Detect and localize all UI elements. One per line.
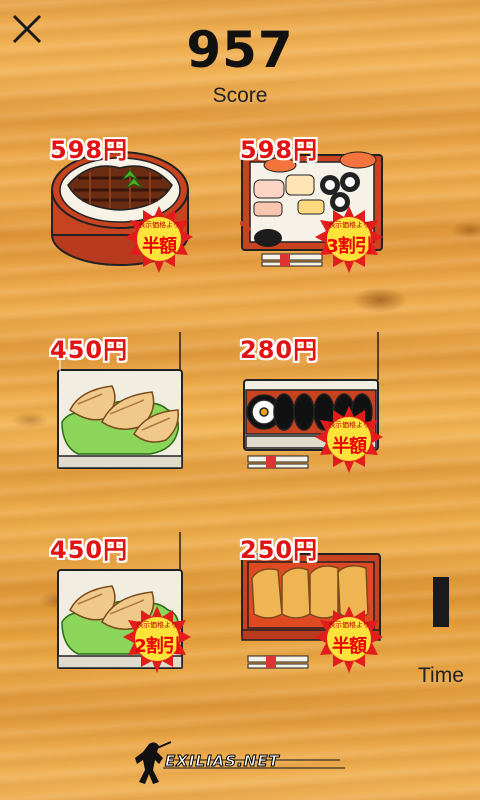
badge-discount: 3割引	[326, 236, 373, 257]
badge-caption: 表示価格より	[328, 421, 370, 429]
discount-badge: 表示価格より 半額	[124, 205, 194, 275]
badge-caption: 表示価格より	[138, 221, 180, 229]
badge-caption: 表示価格より	[136, 621, 178, 629]
score-label: Score	[212, 84, 268, 107]
item-price: 598円	[240, 136, 319, 164]
badge-caption: 表示価格より	[328, 221, 370, 229]
food-item-gyoza-pack[interactable]: 450円 表示価格より 2割引	[50, 530, 220, 690]
logo-text: EXILIAS.NET	[165, 752, 280, 771]
item-price: 598円	[50, 136, 129, 164]
item-price: 450円	[50, 336, 129, 364]
food-item-maki-roll-pack[interactable]: 280円 表示価格より 半額	[240, 330, 410, 490]
discount-badge: 表示価格より 3割引	[314, 205, 384, 275]
badge-discount: 半額	[332, 436, 367, 457]
discount-badge: 表示価格より 半額	[314, 605, 384, 675]
item-price: 250円	[240, 536, 319, 564]
badge-discount: 半額	[142, 236, 177, 257]
badge-caption: 表示価格より	[328, 621, 370, 629]
food-item-gyoza-pack[interactable]: 450円	[50, 330, 220, 490]
badge-discount: 半額	[332, 636, 367, 657]
badge-discount: 2割引	[134, 636, 181, 657]
discount-badge: 表示価格より 半額	[314, 405, 384, 475]
item-price: 280円	[240, 336, 319, 364]
food-item-inari-pack[interactable]: 250円 表示価格より 半額	[240, 530, 410, 690]
time-label: Time	[418, 664, 464, 687]
time-remaining-bar	[433, 577, 449, 627]
food-item-sushi-bento[interactable]: 598円 表示価格より 3割引	[240, 130, 410, 290]
item-price: 450円	[50, 536, 129, 564]
score-value: 957	[186, 21, 294, 79]
food-item-unagi-bento[interactable]: 598円 表示価格より 半額	[50, 130, 220, 290]
discount-badge: 表示価格より 2割引	[122, 605, 192, 675]
developer-logo: EXILIAS.NET	[135, 738, 350, 788]
